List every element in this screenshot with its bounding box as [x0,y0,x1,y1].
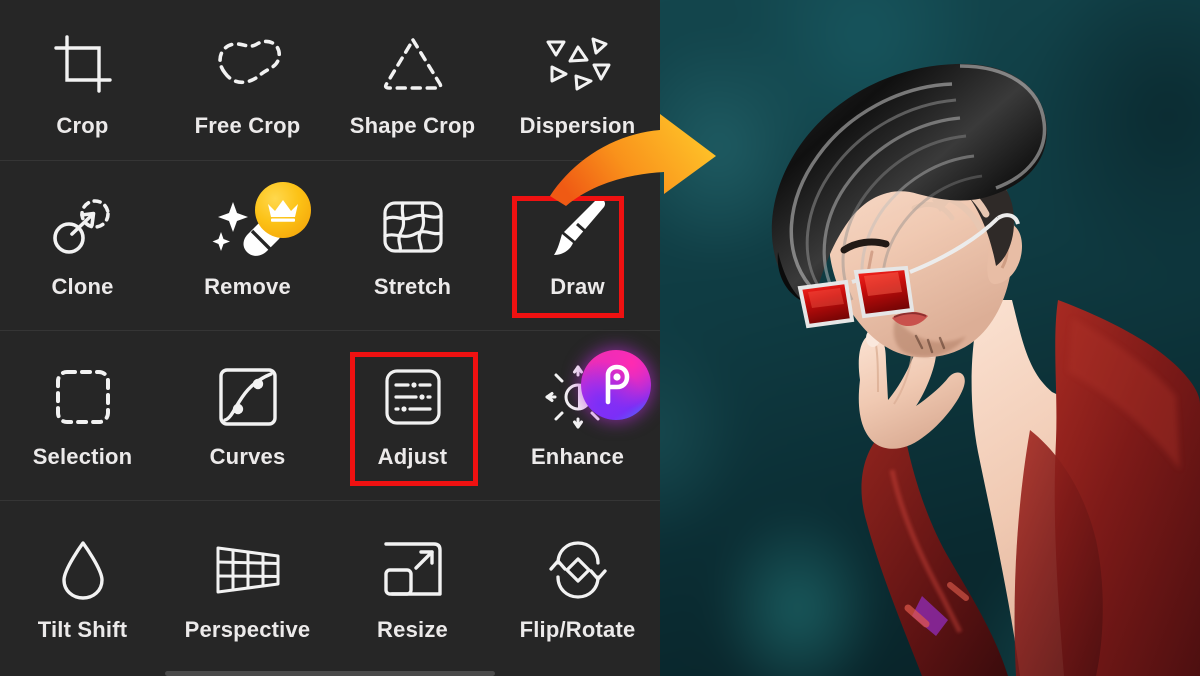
tool-label: Stretch [373,274,452,299]
tool-label: Clone [51,274,114,299]
tool-item-adjust[interactable]: Adjust [330,330,495,500]
tool-item-flip-rotate[interactable]: Flip/Rotate [495,500,660,676]
tool-item-curves[interactable]: Curves [165,330,330,500]
tool-item-perspective[interactable]: Perspective [165,500,330,676]
tool-item-free-crop[interactable]: Free Crop [165,0,330,160]
tool-label: Perspective [184,617,311,642]
person-figure [771,63,1200,676]
scroll-indicator[interactable] [165,671,495,676]
crop-icon [44,27,122,101]
row-separator [0,330,660,331]
tool-label: Curves [209,444,286,469]
tool-label: Tilt Shift [37,617,128,642]
tool-label: Shape Crop [349,113,476,138]
row-separator [0,500,660,501]
selection-icon [44,360,122,434]
tool-label: Remove [204,274,291,299]
tool-label: Selection [32,444,133,469]
tool-label: Adjust [377,444,448,469]
app-screenshot: Crop Free Crop Shape Crop Dispersion Clo… [0,0,1200,676]
shape-crop-icon [374,27,452,101]
tool-item-crop[interactable]: Crop [0,0,165,160]
resize-icon [374,533,452,607]
curves-icon [209,360,287,434]
tool-item-tilt-shift[interactable]: Tilt Shift [0,500,165,676]
perspective-icon [209,533,287,607]
stretch-icon [374,190,452,264]
tool-item-shape-crop[interactable]: Shape Crop [330,0,495,160]
tool-item-clone[interactable]: Clone [0,160,165,330]
tool-item-resize[interactable]: Resize [330,500,495,676]
tool-label: Flip/Rotate [519,617,636,642]
tool-item-enhance[interactable]: Enhance [495,330,660,500]
clone-icon [44,190,122,264]
edited-photo-preview [660,0,1200,676]
tool-label: Enhance [530,444,625,469]
premium-crown-badge [254,182,311,238]
dispersion-icon [539,27,617,101]
tool-item-remove[interactable]: Remove [165,160,330,330]
tool-label: Resize [377,617,448,642]
tilt-shift-icon [44,533,122,607]
adjust-icon [374,360,452,434]
picsart-logo-badge [580,350,651,420]
tool-item-selection[interactable]: Selection [0,330,165,500]
enhance-icon [539,350,651,434]
orange-pointer-arrow [550,114,716,206]
free-crop-icon [209,27,287,101]
tool-label: Free Crop [194,113,301,138]
flip-rotate-icon [539,533,617,607]
tool-label: Crop [56,113,109,138]
remove-icon [209,182,311,264]
tool-label: Draw [550,274,605,299]
tools-grid-panel: Crop Free Crop Shape Crop Dispersion Clo… [0,0,660,676]
tool-item-stretch[interactable]: Stretch [330,160,495,330]
